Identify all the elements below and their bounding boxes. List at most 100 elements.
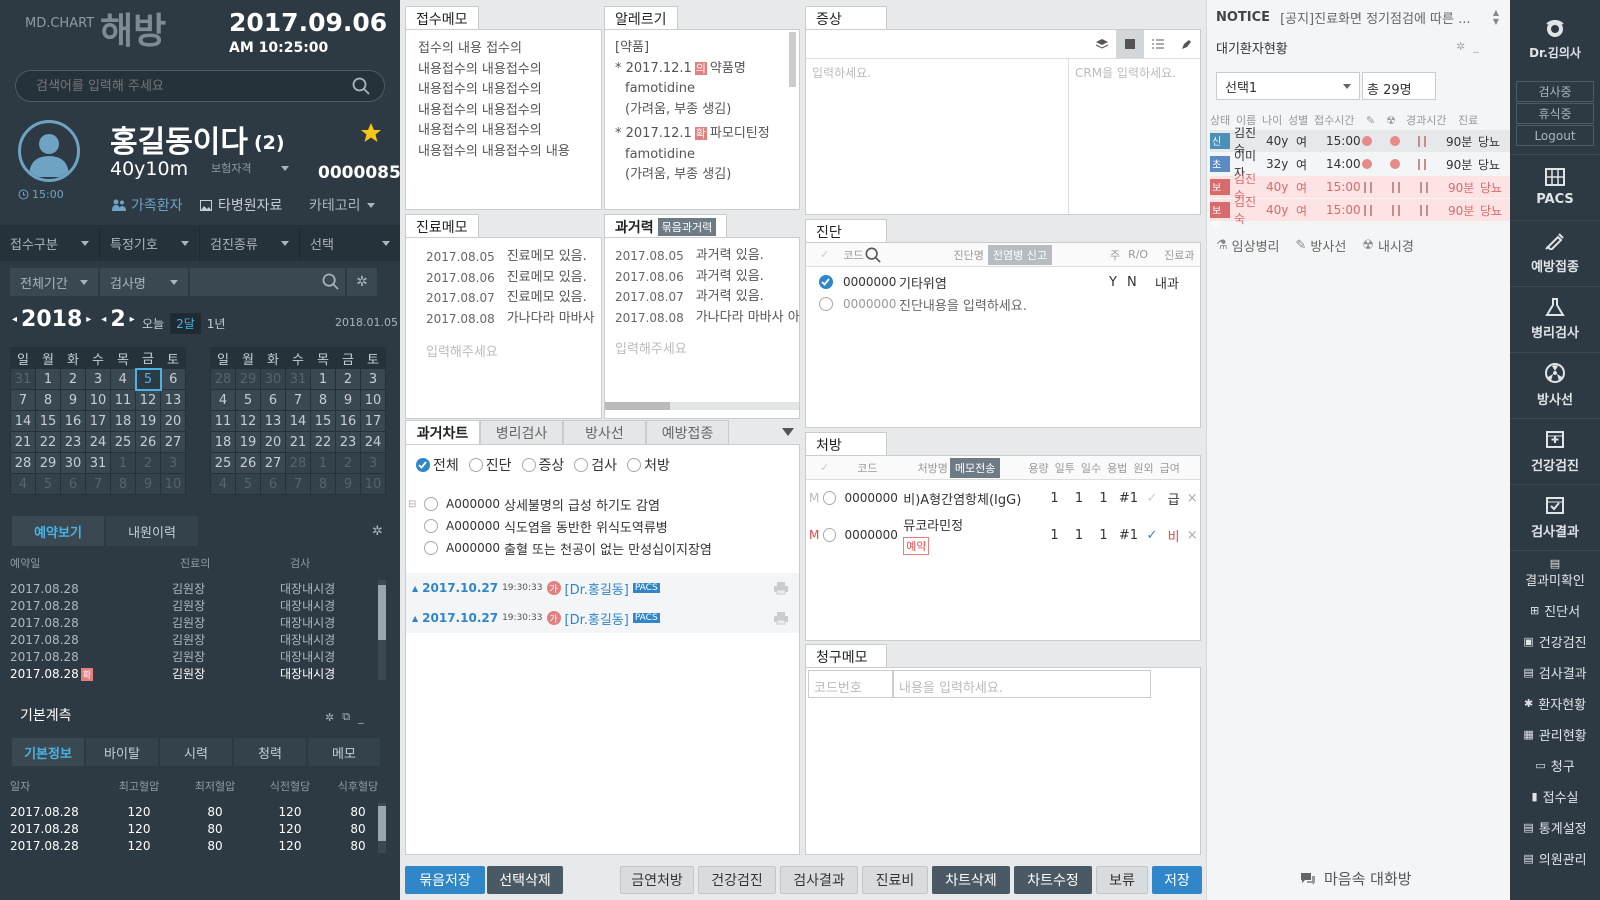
- memo-row[interactable]: 2017.08.07 과거력 있음.: [615, 287, 789, 308]
- range-1year[interactable]: 1년: [201, 313, 232, 334]
- calendar-day[interactable]: 7: [285, 389, 311, 411]
- calendar-day[interactable]: 1: [35, 368, 61, 390]
- calendar-day[interactable]: 28: [210, 368, 236, 390]
- calendar-day[interactable]: 22: [310, 431, 336, 453]
- smoking-prescription-button[interactable]: 금연처방: [620, 866, 694, 894]
- calendar-day[interactable]: 12: [135, 389, 161, 411]
- calendar-day[interactable]: 6: [260, 389, 286, 411]
- chart-edit-button[interactable]: 차트수정: [1014, 866, 1092, 894]
- calendar-day[interactable]: 30: [60, 452, 86, 474]
- chat-room-button[interactable]: 마음속 대화방: [1300, 868, 1412, 889]
- doctor-profile[interactable]: Dr.김의사: [1510, 0, 1600, 80]
- collapse-icon[interactable]: ▲: [412, 584, 418, 593]
- calendar-day[interactable]: 3: [85, 368, 111, 390]
- calendar-day[interactable]: 3: [160, 452, 186, 474]
- calendar-day[interactable]: 31: [10, 368, 36, 390]
- calendar-day[interactable]: 1: [310, 452, 336, 474]
- scrollbar[interactable]: [789, 32, 796, 87]
- calendar-day[interactable]: 11: [210, 410, 236, 432]
- waiting-link[interactable]: ✎ 방사선: [1296, 236, 1347, 255]
- calendar-day[interactable]: 20: [260, 431, 286, 453]
- tab-past-chart[interactable]: 예방접종: [646, 420, 729, 444]
- calendar-day[interactable]: 9: [60, 389, 86, 411]
- family-patient-link[interactable]: 가족환자: [112, 195, 183, 215]
- minimize-icon[interactable]: _: [358, 711, 364, 724]
- sidebar-link[interactable]: ▦ 관리현황: [1510, 719, 1600, 750]
- calendar-day[interactable]: 4: [210, 473, 236, 495]
- memo-row[interactable]: 2017.08.06 진료메모 있음.: [426, 268, 587, 289]
- pacs-tag[interactable]: PACS: [632, 613, 660, 623]
- calendar-day[interactable]: 25: [210, 452, 236, 474]
- symptom-input[interactable]: 입력하세요.: [806, 58, 1068, 214]
- sidebar-link[interactable]: ▤ 의원관리: [1510, 843, 1600, 874]
- search-icon[interactable]: [865, 247, 882, 263]
- calendar-day[interactable]: 15: [35, 410, 61, 432]
- filter-radio[interactable]: 검사: [574, 455, 617, 475]
- tab-diagnosis[interactable]: 진단: [805, 219, 887, 243]
- list-view-icon[interactable]: [1144, 30, 1172, 58]
- calendar-day[interactable]: 13: [160, 389, 186, 411]
- fee-button[interactable]: 진료비: [862, 866, 928, 894]
- minimize-icon[interactable]: _: [1473, 40, 1479, 53]
- row-checkbox[interactable]: [822, 528, 837, 542]
- allergy-item[interactable]: * 2017.12.1 확 파모디틴정 famotidine (가려움, 부종 생김): [615, 124, 789, 186]
- row-checkbox[interactable]: [819, 275, 833, 289]
- sidebar-link[interactable]: ▤ 검사결과: [1510, 657, 1600, 688]
- scrollbar[interactable]: [378, 580, 386, 680]
- gear-icon[interactable]: ✲: [1456, 40, 1465, 53]
- memo-row[interactable]: 2017.08.07 진료메모 있음.: [426, 288, 587, 309]
- calendar-day[interactable]: 7: [285, 473, 311, 495]
- sidebar-link[interactable]: ✱ 환자현황: [1510, 688, 1600, 719]
- calendar-day[interactable]: 26: [235, 452, 261, 474]
- memo-row[interactable]: 2017.08.08 가나다라 마바사 아자: [615, 308, 799, 329]
- search-icon[interactable]: [352, 77, 370, 95]
- horizontal-scrollbar[interactable]: [605, 402, 799, 410]
- calendar-day[interactable]: 8: [110, 473, 136, 495]
- row-checkbox[interactable]: [819, 297, 833, 311]
- calendar-day[interactable]: 3: [360, 368, 386, 390]
- table-row[interactable]: 2017.08.28 120 80 120 80: [10, 820, 388, 837]
- calendar-day[interactable]: 14: [10, 410, 36, 432]
- table-row[interactable]: 2017.08.28 120 80 120 80: [10, 837, 388, 854]
- check-icon[interactable]: ✓: [1141, 528, 1163, 543]
- notice-scroll-icon[interactable]: ▲ ▼: [1493, 8, 1499, 26]
- next-month-icon[interactable]: ▸: [130, 314, 135, 325]
- tab-claim-memo[interactable]: 청구메모: [805, 644, 887, 668]
- table-row[interactable]: 2017.08.28 김원장 대장내시경: [10, 648, 370, 665]
- table-row[interactable]: 2017.08.28 120 80 120 80: [10, 803, 388, 820]
- filter-special-code[interactable]: 특정기호: [100, 225, 200, 261]
- tab-history[interactable]: 과거력 묶음과거력: [604, 214, 728, 238]
- calendar-day[interactable]: 7: [10, 389, 36, 411]
- calendar-day[interactable]: 27: [260, 452, 286, 474]
- close-icon[interactable]: ×: [1184, 491, 1200, 506]
- calendar-day[interactable]: 6: [160, 368, 186, 390]
- calendar-day[interactable]: 27: [160, 431, 186, 453]
- health-checkup-button[interactable]: 건강검진: [698, 866, 776, 894]
- row-checkbox[interactable]: [822, 491, 837, 505]
- pacs-tag[interactable]: PACS: [632, 583, 660, 593]
- sidebar-item-result[interactable]: 검사결과: [1510, 485, 1600, 551]
- filter-radio[interactable]: 진단: [468, 455, 512, 475]
- tab-visit-history[interactable]: 내원이력: [106, 516, 198, 546]
- period-select[interactable]: 전체기간: [10, 268, 98, 296]
- calendar-day[interactable]: 24: [360, 431, 386, 453]
- infectious-report-button[interactable]: 전염병 신고: [987, 244, 1052, 265]
- calendar-day[interactable]: 10: [360, 473, 386, 495]
- calendar-day[interactable]: 22: [35, 431, 61, 453]
- calendar-day[interactable]: 5: [35, 473, 61, 495]
- calendar-day[interactable]: 8: [35, 389, 61, 411]
- calendar-day[interactable]: 2: [135, 452, 161, 474]
- sidebar-link[interactable]: ▮ 접수실: [1510, 781, 1600, 812]
- calendar-day[interactable]: 14: [285, 410, 311, 432]
- tab-basic-measure[interactable]: 기본정보: [12, 738, 84, 766]
- favorite-star-icon[interactable]: [360, 122, 382, 144]
- list-item[interactable]: ⊟ A000000 상세불명의 급성 하기도 감염: [408, 493, 798, 515]
- sidebar-link[interactable]: ▤ 결과미확인: [1510, 551, 1600, 595]
- tab-past-chart[interactable]: 방사선: [563, 420, 646, 444]
- check-icon[interactable]: ✓: [820, 248, 829, 261]
- calendar-day[interactable]: 17: [85, 410, 111, 432]
- calendar-day[interactable]: 19: [235, 431, 261, 453]
- expand-icon[interactable]: ⊟: [408, 499, 424, 510]
- check-icon[interactable]: ✓: [1141, 491, 1163, 506]
- row-checkbox[interactable]: [424, 519, 438, 533]
